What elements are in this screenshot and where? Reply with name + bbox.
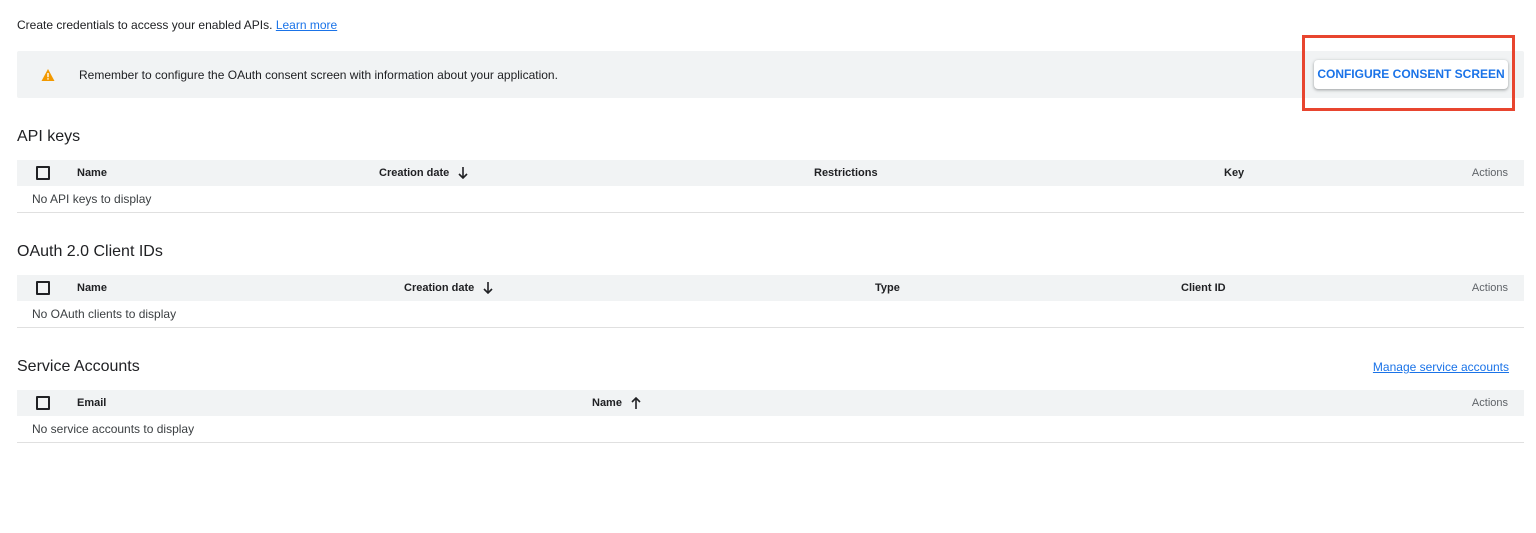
warning-icon xyxy=(41,69,55,81)
manage-service-accounts-link[interactable]: Manage service accounts xyxy=(1373,360,1509,374)
column-name-label: Name xyxy=(592,397,622,409)
oauth-table-header: Name Creation date Type Client ID Action… xyxy=(17,275,1524,301)
oauth-empty-text: No OAuth clients to display xyxy=(32,307,177,321)
select-all-checkbox[interactable] xyxy=(36,396,50,410)
banner-message: Remember to configure the OAuth consent … xyxy=(79,68,558,82)
column-name[interactable]: Name xyxy=(77,167,107,179)
column-type[interactable]: Type xyxy=(875,282,900,294)
column-creation-date-label: Creation date xyxy=(379,167,450,179)
column-actions: Actions xyxy=(1471,282,1508,294)
configure-consent-screen-button[interactable]: CONFIGURE CONSENT SCREEN xyxy=(1314,60,1508,89)
arrow-down-icon xyxy=(483,282,493,295)
arrow-down-icon xyxy=(458,167,468,180)
column-actions: Actions xyxy=(1471,167,1508,179)
oauth-title: OAuth 2.0 Client IDs xyxy=(17,243,163,260)
column-client-id[interactable]: Client ID xyxy=(1181,282,1226,294)
intro-text: Create credentials to access your enable… xyxy=(17,18,337,32)
column-name[interactable]: Name xyxy=(77,282,107,294)
column-creation-date[interactable]: Creation date xyxy=(404,282,493,295)
consent-banner: Remember to configure the OAuth consent … xyxy=(17,51,1524,98)
intro-message: Create credentials to access your enable… xyxy=(17,18,273,32)
column-actions: Actions xyxy=(1471,397,1508,409)
select-all-checkbox[interactable] xyxy=(36,166,50,180)
column-name[interactable]: Name xyxy=(592,397,641,410)
learn-more-link[interactable]: Learn more xyxy=(276,18,337,32)
service-accounts-table-header: Email Name Actions xyxy=(17,390,1524,416)
oauth-empty-row: No OAuth clients to display xyxy=(17,301,1524,328)
column-creation-date[interactable]: Creation date xyxy=(379,167,468,180)
column-creation-date-label: Creation date xyxy=(404,282,475,294)
api-keys-title: API keys xyxy=(17,128,81,145)
select-all-checkbox[interactable] xyxy=(36,281,50,295)
column-restrictions[interactable]: Restrictions xyxy=(814,167,878,179)
api-keys-empty-row: No API keys to display xyxy=(17,186,1524,213)
api-keys-table-header: Name Creation date Restrictions Key Acti… xyxy=(17,160,1524,186)
column-key[interactable]: Key xyxy=(1224,167,1244,179)
column-email[interactable]: Email xyxy=(77,397,106,409)
service-accounts-title: Service Accounts xyxy=(17,358,140,375)
api-keys-empty-text: No API keys to display xyxy=(32,192,152,206)
service-accounts-empty-text: No service accounts to display xyxy=(32,422,195,436)
service-accounts-empty-row: No service accounts to display xyxy=(17,416,1524,443)
arrow-up-icon xyxy=(631,397,641,410)
